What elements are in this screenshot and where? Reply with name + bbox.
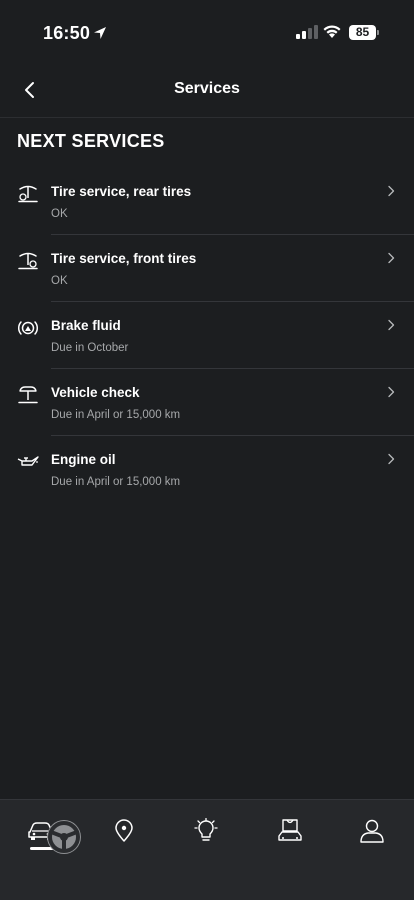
service-status: Due in April or 15,000 km <box>51 476 181 488</box>
service-title: Engine oil <box>51 452 116 467</box>
tab-profile[interactable] <box>355 814 389 848</box>
service-list: Tire service, rear tires OK Tire service… <box>0 168 414 503</box>
brake-icon <box>17 321 39 335</box>
nav-header: Services <box>0 70 414 110</box>
tire-lift-icon <box>18 185 38 203</box>
tab-map[interactable] <box>107 814 141 848</box>
service-title: Brake fluid <box>51 318 121 333</box>
chevron-left-icon <box>25 82 34 98</box>
lightbulb-icon <box>194 818 218 841</box>
service-title: Tire service, front tires <box>51 251 197 266</box>
assistant-avatar[interactable] <box>47 820 81 854</box>
chevron-right-icon <box>388 453 395 465</box>
header-divider <box>0 117 414 118</box>
tire-lift-icon <box>18 252 38 270</box>
service-status: Due in April or 15,000 km <box>51 409 181 421</box>
map-pin-icon <box>115 819 133 842</box>
chevron-right-icon <box>388 386 395 398</box>
battery-nub <box>377 30 379 35</box>
profile-icon <box>360 819 384 843</box>
service-item-rear-tires[interactable]: Tire service, rear tires OK <box>0 168 414 235</box>
service-title: Vehicle check <box>51 385 140 400</box>
chevron-right-icon <box>388 319 395 331</box>
cellular-signal-icon <box>296 25 318 39</box>
back-button[interactable] <box>14 76 44 104</box>
chevron-right-icon <box>388 252 395 264</box>
service-status: Due in October <box>51 342 129 354</box>
chevron-right-icon <box>388 185 395 197</box>
shop-icon <box>278 819 302 841</box>
vehicle-lift-icon <box>18 386 38 404</box>
service-item-front-tires[interactable]: Tire service, front tires OK <box>0 235 414 302</box>
section-title: NEXT SERVICES <box>17 131 165 151</box>
steering-wheel-icon <box>48 821 80 853</box>
wifi-icon <box>323 25 341 38</box>
page-title: Services <box>174 80 240 97</box>
tab-insights[interactable] <box>189 814 223 848</box>
battery-level: 85 <box>349 25 376 40</box>
service-item-vehicle-check[interactable]: Vehicle check Due in April or 15,000 km <box>0 369 414 436</box>
tab-shop[interactable] <box>273 814 307 848</box>
service-title: Tire service, rear tires <box>51 184 192 199</box>
service-item-engine-oil[interactable]: Engine oil Due in April or 15,000 km <box>0 436 414 503</box>
service-item-brake-fluid[interactable]: Brake fluid Due in October <box>0 302 414 369</box>
status-time: 16:50 <box>43 23 91 43</box>
status-bar: 16:50 85 <box>0 0 414 60</box>
location-arrow-icon <box>94 27 106 39</box>
service-status: OK <box>51 208 68 220</box>
oil-can-icon <box>17 456 39 466</box>
service-status: OK <box>51 275 68 287</box>
